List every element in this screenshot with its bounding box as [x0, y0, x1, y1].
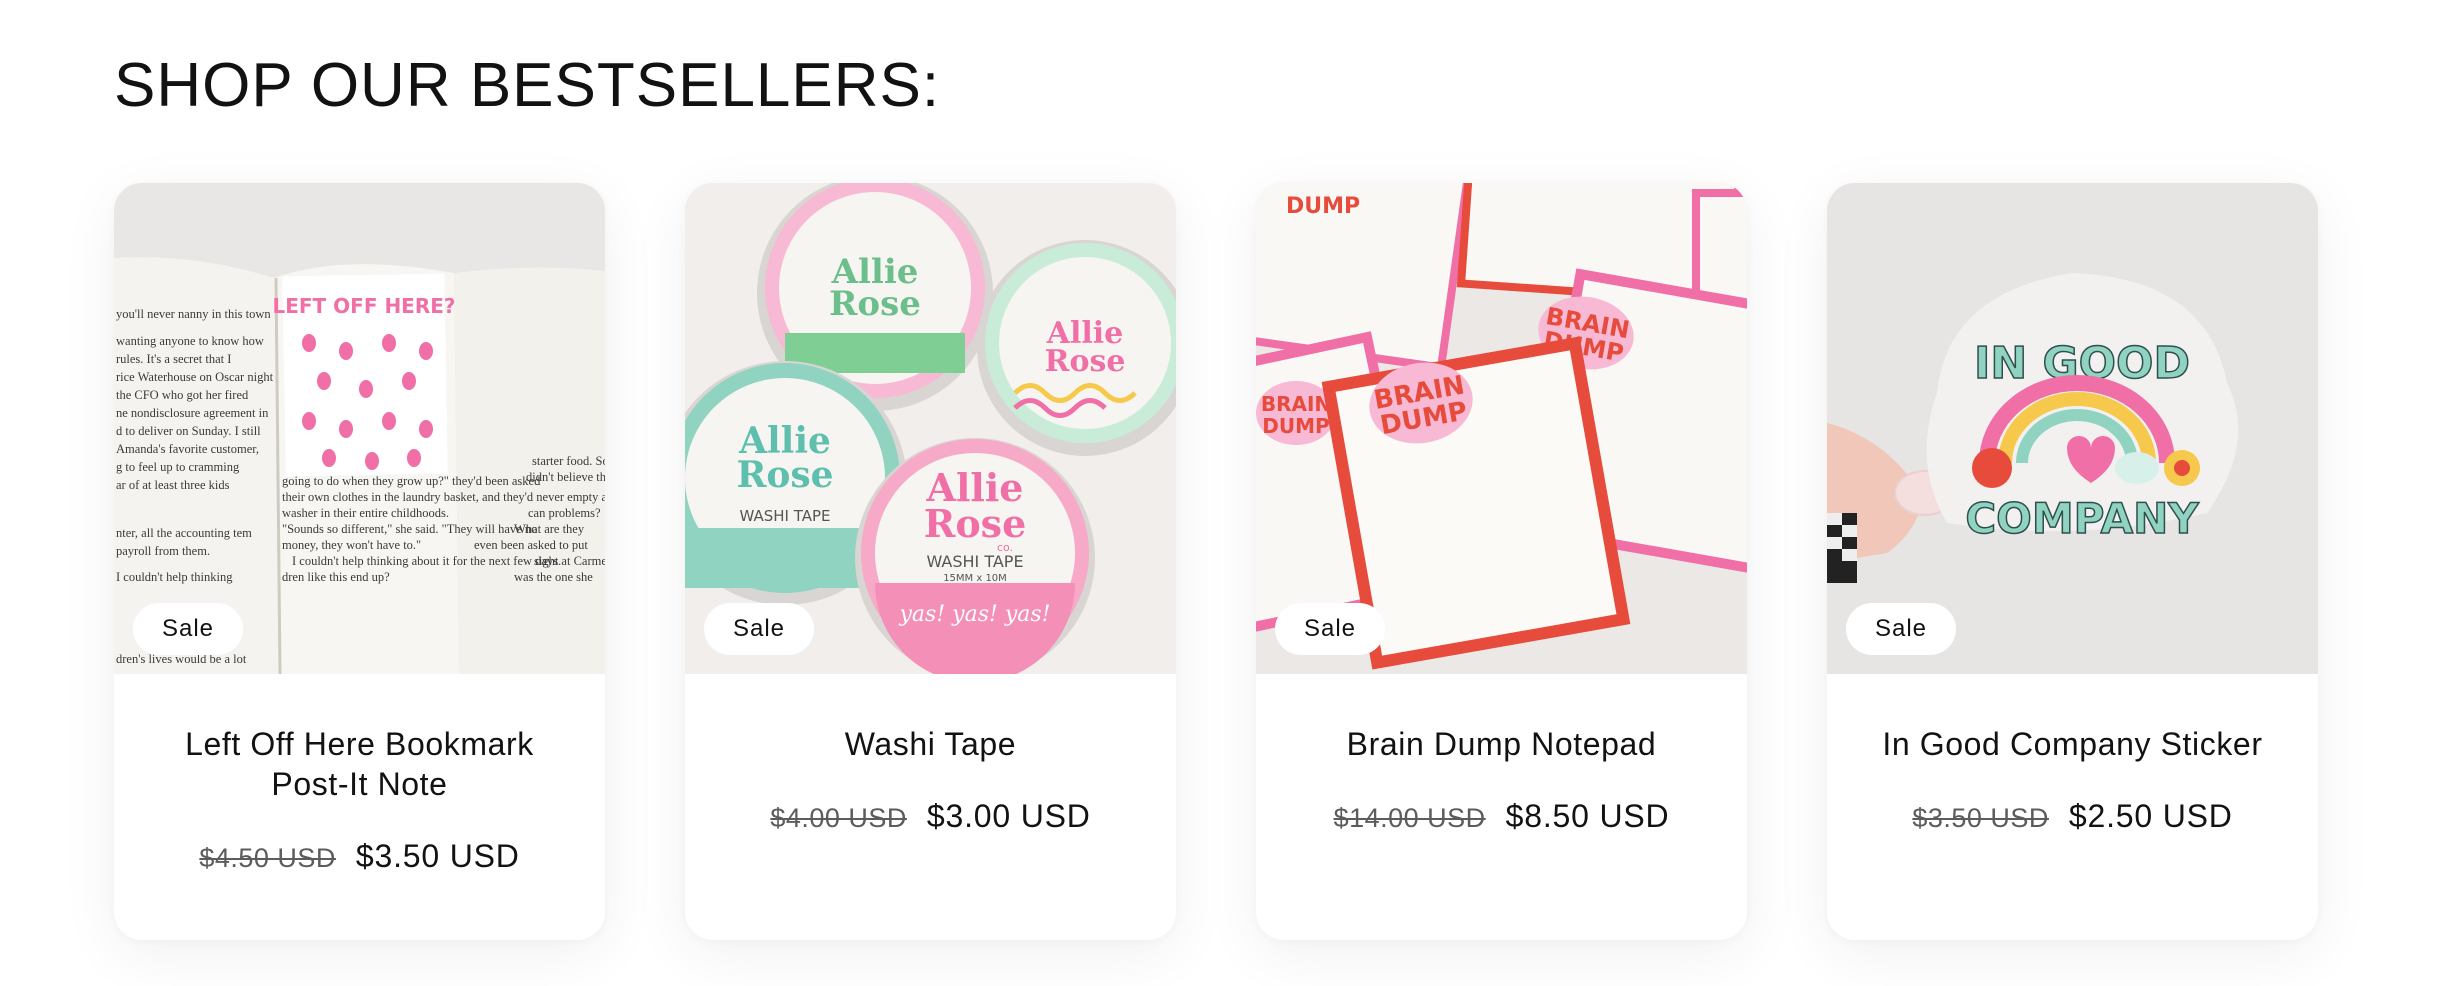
svg-text:yas! yas! yas!: yas! yas! yas! [898, 602, 1050, 627]
product-card[interactable]: IN GOOD COMPANY Sale In Good Company Sti… [1827, 183, 2318, 940]
sale-badge: Sale [1275, 603, 1385, 655]
svg-text:was the one she: was the one she [514, 570, 593, 584]
product-card[interactable]: you'll never nanny in this town wanting … [114, 183, 605, 940]
product-grid: you'll never nanny in this town wanting … [114, 183, 2318, 940]
svg-text:nter, all the accounting tem: nter, all the accounting tem [116, 526, 252, 540]
compare-at-price: $4.00 USD [770, 803, 907, 833]
svg-text:Rose: Rose [736, 454, 833, 496]
svg-text:ne nondisclosure agreement in: ne nondisclosure agreement in [116, 406, 269, 420]
svg-text:starter food. Some: starter food. Some [532, 454, 605, 468]
product-card[interactable]: Allie Rose Allie Rose Allie Rose WASHI T… [685, 183, 1176, 940]
svg-text:ar of at least three kids: ar of at least three kids [116, 478, 230, 492]
svg-text:even been asked to put: even been asked to put [474, 538, 588, 552]
svg-text:WASHI TAPE: WASHI TAPE [739, 507, 830, 525]
svg-text:washer in their entire childho: washer in their entire childhoods. [282, 506, 449, 520]
product-title-link[interactable]: Brain Dump Notepad [1296, 724, 1707, 764]
svg-text:going to do when they grow up?: going to do when they grow up?" they'd b… [282, 474, 541, 488]
price-row: $3.50 USD $2.50 USD [1867, 798, 2278, 835]
svg-text:I couldn't help thinking about: I couldn't help thinking about it for th… [292, 554, 561, 568]
sale-badge: Sale [1846, 603, 1956, 655]
product-title-link[interactable]: Washi Tape [725, 724, 1136, 764]
svg-text:dren like this end up?: dren like this end up? [282, 570, 390, 584]
svg-text:LEFT OFF HERE?: LEFT OFF HERE? [272, 294, 455, 318]
svg-text:BRAIN: BRAIN [1261, 392, 1331, 416]
product-title-link[interactable]: In Good Company Sticker [1867, 724, 2278, 764]
product-image[interactable]: IN GOOD COMPANY Sale [1827, 183, 2318, 674]
svg-text:payroll from them.: payroll from them. [116, 544, 210, 558]
svg-text:I couldn't help thinking: I couldn't help thinking [116, 570, 233, 584]
product-image[interactable]: Allie Rose Allie Rose Allie Rose WASHI T… [685, 183, 1176, 674]
product-info: Left Off Here Bookmark Post-It Note $4.5… [114, 674, 605, 875]
product-info: In Good Company Sticker $3.50 USD $2.50 … [1827, 674, 2318, 835]
svg-text:their own clothes in the laund: their own clothes in the laundry basket,… [282, 490, 605, 504]
section-heading: SHOP OUR BESTSELLERS: [114, 51, 941, 120]
compare-at-price: $3.50 USD [1912, 803, 2049, 833]
svg-text:d to deliver on Sunday. I stil: d to deliver on Sunday. I still [116, 424, 261, 438]
sale-badge: Sale [704, 603, 814, 655]
price-row: $4.50 USD $3.50 USD [154, 838, 565, 875]
notepad-photo: DUMP BRAIN DUMP BRAIN DUMP BRAIN DUMP [1256, 183, 1747, 674]
svg-text:g to feel up to cramming: g to feel up to cramming [116, 460, 240, 474]
compare-at-price: $14.00 USD [1333, 803, 1486, 833]
sale-price: $2.50 USD [2068, 798, 2233, 834]
svg-text:DUMP: DUMP [1262, 414, 1329, 438]
sale-price: $3.50 USD [355, 838, 520, 874]
post-it-note: LEFT OFF HERE? [272, 273, 456, 477]
product-image[interactable]: DUMP BRAIN DUMP BRAIN DUMP BRAIN DUMP Sa… [1256, 183, 1747, 674]
sticker-photo: IN GOOD COMPANY [1827, 183, 2318, 674]
product-title-link[interactable]: Left Off Here Bookmark Post-It Note [154, 724, 565, 804]
svg-text:Rose: Rose [924, 501, 1027, 546]
svg-text:wanting anyone to know how: wanting anyone to know how [116, 334, 264, 348]
svg-text:rice Waterhouse on Oscar night: rice Waterhouse on Oscar night [116, 370, 274, 384]
svg-text:the CFO who got her fired: the CFO who got her fired [116, 388, 249, 402]
svg-text:Rose: Rose [829, 284, 921, 324]
book-bookmark-photo: you'll never nanny in this town wanting … [114, 183, 605, 674]
sale-badge: Sale [133, 603, 243, 655]
svg-text:you'll never nanny in this tow: you'll never nanny in this town [116, 307, 271, 321]
svg-text:can problems?: can problems? [528, 506, 601, 520]
svg-text:COMPANY: COMPANY [1965, 494, 2199, 543]
compare-at-price: $4.50 USD [199, 843, 336, 873]
svg-text:WASHI TAPE: WASHI TAPE [926, 552, 1023, 571]
sale-price: $8.50 USD [1505, 798, 1670, 834]
product-card[interactable]: DUMP BRAIN DUMP BRAIN DUMP BRAIN DUMP Sa… [1256, 183, 1747, 940]
svg-text:15MM x 10M: 15MM x 10M [943, 573, 1007, 584]
product-info: Washi Tape $4.00 USD $3.00 USD [685, 674, 1176, 835]
sale-price: $3.00 USD [926, 798, 1091, 834]
svg-text:Amanda's favorite customer,: Amanda's favorite customer, [116, 442, 259, 456]
svg-text:rules. It's a secret that I: rules. It's a secret that I [116, 352, 231, 366]
price-row: $14.00 USD $8.50 USD [1296, 798, 1707, 835]
washi-tape-photo: Allie Rose Allie Rose Allie Rose WASHI T… [685, 183, 1176, 674]
svg-text:money, they won't have to.": money, they won't have to." [282, 538, 421, 552]
product-image[interactable]: you'll never nanny in this town wanting … [114, 183, 605, 674]
tape-roll: Allie Rose co. WASHI TAPE 15MM x 10M yas… [855, 438, 1095, 674]
svg-text:"Sounds so different," she sai: "Sounds so different," she said. "They w… [282, 522, 537, 536]
bestsellers-section: SHOP OUR BESTSELLERS: you'll never nanny… [0, 0, 2448, 986]
svg-text:DUMP: DUMP [1286, 194, 1360, 219]
price-row: $4.00 USD $3.00 USD [725, 798, 1136, 835]
svg-text:Rose: Rose [1045, 344, 1126, 379]
product-info: Brain Dump Notepad $14.00 USD $8.50 USD [1256, 674, 1747, 835]
